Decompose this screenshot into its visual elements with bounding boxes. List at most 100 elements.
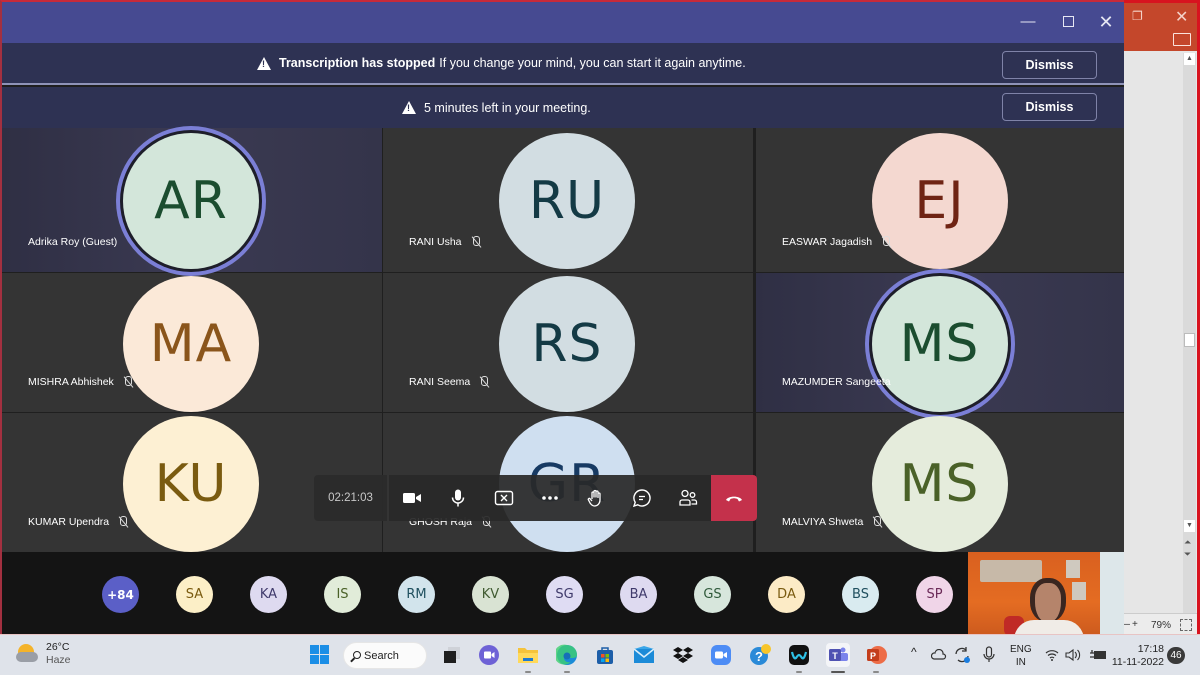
close-icon[interactable]: ✕: [1175, 7, 1188, 27]
participant-avatar[interactable]: BA: [620, 576, 657, 613]
participant-avatar[interactable]: GS: [694, 576, 731, 613]
webex-button[interactable]: [787, 643, 811, 673]
mail-button[interactable]: [632, 643, 656, 667]
restore-icon[interactable]: ❐: [1132, 9, 1143, 23]
store-icon: [597, 647, 613, 664]
transcription-banner: Transcription has stopped If you change …: [2, 43, 1124, 85]
edge-button[interactable]: [555, 643, 579, 673]
avatar: MS: [871, 415, 1008, 552]
participant-tile[interactable]: MS MALVIYA Shweta: [756, 413, 1124, 552]
close-button[interactable]: ✕: [1096, 12, 1116, 32]
control-bar: [389, 475, 711, 521]
taskbar-search[interactable]: Search: [343, 642, 427, 669]
scroll-down-icon[interactable]: ▼: [1184, 520, 1195, 532]
dismiss-button[interactable]: Dismiss: [1002, 93, 1097, 121]
share-button[interactable]: [481, 475, 527, 521]
windows-start-button[interactable]: [308, 643, 332, 667]
taskbar: 26°C Haze Search ? T P ^ ENG IN 17:18 11…: [0, 634, 1200, 675]
wifi-icon[interactable]: [1045, 649, 1059, 661]
chevron-up-icon[interactable]: ^: [911, 645, 917, 659]
maximize-icon: [1062, 16, 1074, 27]
clock-date: 11-11-2022: [1111, 656, 1164, 668]
participant-avatar[interactable]: DA: [768, 576, 805, 613]
region-code: IN: [1015, 657, 1026, 668]
participant-avatar[interactable]: KV: [472, 576, 509, 613]
zoom-app-button[interactable]: [709, 643, 733, 667]
participant-tile[interactable]: MS MAZUMDER Sangeeta: [756, 273, 1124, 412]
participant-tile[interactable]: RU RANI Usha: [383, 128, 753, 272]
store-button[interactable]: [593, 643, 617, 667]
teams-button[interactable]: T: [826, 643, 850, 673]
scroll-up-icon[interactable]: ▲: [1184, 53, 1195, 65]
notification-badge[interactable]: 46: [1167, 647, 1185, 664]
microphone-in-use-icon[interactable]: [983, 646, 995, 664]
svg-text:T: T: [832, 651, 838, 661]
volume-icon[interactable]: [1065, 648, 1083, 662]
running-indicator: [564, 671, 570, 673]
zoom-icon: [711, 645, 731, 665]
camera-button[interactable]: [389, 475, 435, 521]
zoom-in-button[interactable]: +: [1132, 619, 1138, 630]
call-controls: 02:21:03: [314, 475, 757, 521]
participant-avatar[interactable]: BS: [842, 576, 879, 613]
powerpoint-button[interactable]: P: [864, 643, 888, 673]
participant-avatar[interactable]: SA: [176, 576, 213, 613]
weather-widget[interactable]: 26°C Haze: [16, 641, 71, 667]
hang-up-button[interactable]: [711, 475, 757, 521]
help-icon: ?: [750, 644, 771, 665]
desktop: ❐ ✕ ▲ ▼ ⏶ ⏷ — + 79% — ✕ Transcription ha…: [0, 0, 1200, 675]
participant-avatar[interactable]: KA: [250, 576, 287, 613]
previous-slide-icon[interactable]: ⏶: [1184, 537, 1191, 548]
participants-button[interactable]: [665, 475, 711, 521]
participant-tile[interactable]: AR Adrika Roy (Guest): [2, 128, 382, 272]
participant-avatar[interactable]: IS: [324, 576, 361, 613]
zoom-level[interactable]: 79%: [1151, 620, 1171, 631]
chat-button[interactable]: [619, 475, 665, 521]
teams-icon: T: [829, 647, 848, 661]
banner-message: If you change your mind, you can start i…: [439, 56, 746, 70]
dropbox-button[interactable]: [671, 643, 695, 667]
raise-hand-button[interactable]: [573, 475, 619, 521]
participant-tile[interactable]: MA MISHRA Abhishek: [2, 273, 382, 412]
maximize-button[interactable]: [1058, 12, 1078, 32]
task-view-button[interactable]: [440, 643, 464, 667]
battery-charging-icon[interactable]: [1089, 648, 1107, 662]
mic-button[interactable]: [435, 475, 481, 521]
fit-to-window-icon[interactable]: [1180, 619, 1192, 631]
minimize-button[interactable]: —: [1018, 12, 1038, 32]
avatar: RU: [499, 133, 635, 269]
participant-avatar[interactable]: RM: [398, 576, 435, 613]
sync-icon[interactable]: [953, 646, 971, 664]
get-help-button[interactable]: ?: [748, 643, 772, 667]
banner-title: Transcription has stopped: [279, 56, 436, 70]
wall-plaque: [980, 560, 1042, 582]
participant-tile[interactable]: RS RANI Seema: [383, 273, 753, 412]
comment-icon[interactable]: [1173, 33, 1191, 46]
self-video-preview[interactable]: [968, 552, 1124, 634]
next-slide-icon[interactable]: ⏷: [1184, 549, 1191, 560]
mic-off-icon: [117, 516, 129, 528]
input-language[interactable]: ENG IN: [1010, 643, 1032, 669]
system-clock[interactable]: 17:18 11-11-2022: [1110, 643, 1164, 669]
dropbox-icon: [673, 647, 693, 663]
participant-avatar[interactable]: SP: [916, 576, 953, 613]
mic-off-icon: [880, 236, 892, 248]
powerpoint-window: ❐ ✕ ▲ ▼ ⏶ ⏷ — + 79%: [1118, 0, 1200, 637]
participant-tile[interactable]: EJ EASWAR Jagadish: [756, 128, 1124, 272]
file-explorer-button[interactable]: [516, 643, 540, 673]
scrollbar-thumb[interactable]: [1184, 333, 1195, 347]
more-button[interactable]: [527, 475, 573, 521]
webex-icon: [789, 645, 809, 665]
participant-name: RANI Seema: [409, 376, 490, 388]
participant-name: Adrika Roy (Guest): [28, 236, 117, 248]
onedrive-icon[interactable]: [931, 649, 947, 661]
avatar: RS: [499, 275, 635, 412]
windows-logo-icon: [310, 655, 319, 664]
avatar: MA: [123, 275, 259, 412]
dismiss-button[interactable]: Dismiss: [1002, 51, 1097, 79]
participant-avatar[interactable]: SG: [546, 576, 583, 613]
microphone-icon: [451, 489, 465, 507]
wall-frame: [1066, 560, 1080, 578]
more-participants-button[interactable]: +84: [102, 576, 139, 613]
teams-chat-button[interactable]: [477, 643, 501, 667]
